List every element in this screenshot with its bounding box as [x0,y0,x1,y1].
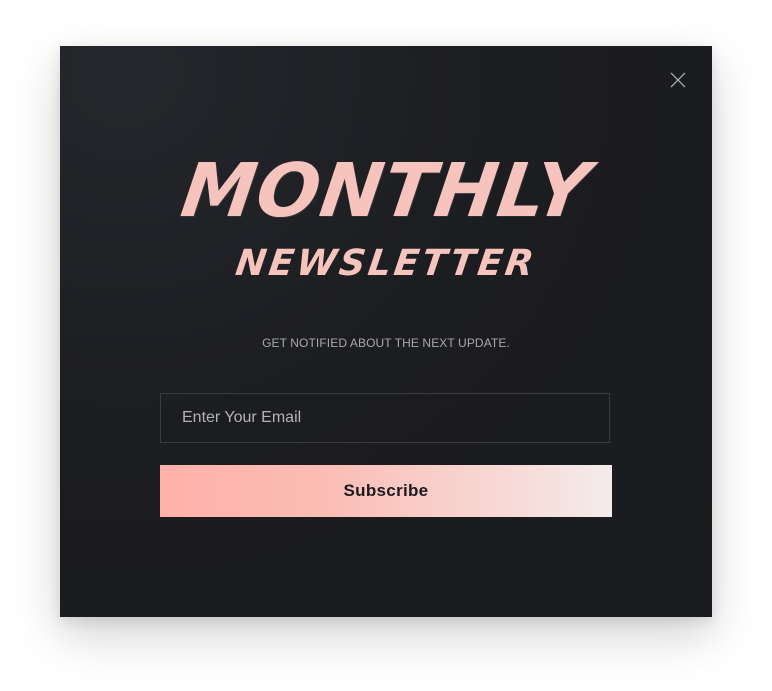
close-icon[interactable] [670,72,686,88]
subscribe-button[interactable]: Subscribe [160,465,612,517]
newsletter-title: Monthly [176,148,596,234]
tagline-text: GET NOTIFIED ABOUT THE NEXT UPDATE. [262,336,510,350]
newsletter-subtitle: Newsletter [233,243,540,284]
close-button[interactable] [670,72,686,88]
email-input[interactable] [160,393,610,443]
newsletter-modal: Monthly Newsletter GET NOTIFIED ABOUT TH… [60,46,712,617]
